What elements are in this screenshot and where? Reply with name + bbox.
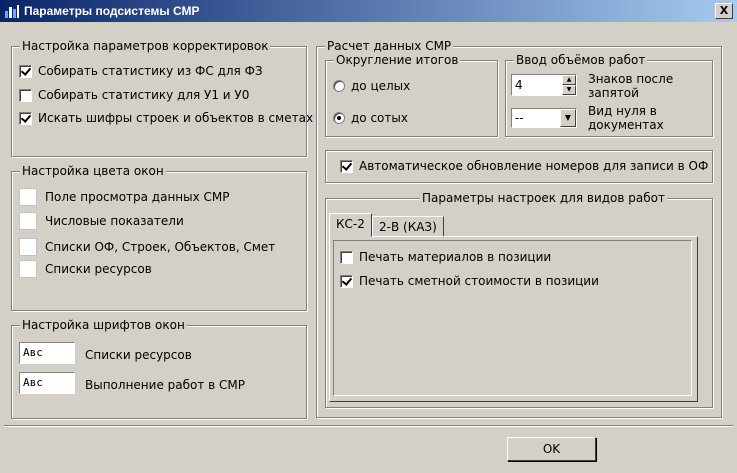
group-colors: Настройка цвета окон Поле просмотра данн…: [11, 164, 307, 311]
color-label: Списки ОФ, Строек, Объектов, Смет: [45, 240, 276, 254]
color-row-resources[interactable]: Списки ресурсов: [19, 260, 152, 278]
checkbox-label: Печать сметной стоимости в позиции: [359, 274, 599, 288]
checkbox-label: Искать шифры строек и объектов в сметах: [38, 111, 314, 125]
group-fonts-legend: Настройка шрифтов окон: [20, 318, 187, 332]
group-colors-legend: Настройка цвета окон: [20, 164, 166, 178]
checkbox-label: Автоматическое обновление номеров для за…: [359, 159, 709, 173]
ok-button[interactable]: OK: [507, 437, 596, 461]
tab-2v-kaz[interactable]: 2-В (КАЗ): [372, 216, 444, 238]
spin-down-icon[interactable]: ▼: [562, 85, 576, 95]
radio-label: до сотых: [351, 111, 408, 125]
close-button[interactable]: X: [715, 3, 733, 19]
check-collect-fs[interactable]: Собирать статистику из ФС для ФЗ: [19, 64, 263, 78]
footer-separator: [4, 425, 733, 427]
spinner-buttons: ▲ ▼: [562, 75, 576, 95]
radio-button[interactable]: [333, 112, 345, 124]
zero-view-combo[interactable]: -- ▼: [511, 108, 577, 128]
radio-round-int[interactable]: до целых: [333, 79, 410, 93]
color-swatch[interactable]: [19, 212, 37, 230]
font-label: Выполнение работ в СМР: [85, 378, 246, 392]
close-icon: X: [719, 4, 729, 17]
checkbox[interactable]: [19, 88, 32, 102]
color-label: Поле просмотра данных СМР: [45, 190, 230, 204]
group-volumes: Ввод объёмов работ 4 ▲ ▼ Знаков после за…: [505, 53, 713, 137]
group-rounding-legend: Округление итогов: [334, 53, 461, 67]
checkbox[interactable]: [340, 274, 353, 288]
group-rounding: Округление итогов до целых до сотых: [325, 53, 498, 137]
checkbox[interactable]: [340, 250, 353, 264]
check-collect-u1[interactable]: Собирать статистику для У1 и У0: [19, 88, 249, 102]
color-label: Числовые показатели: [45, 214, 184, 228]
zero-view-value: --: [515, 111, 524, 125]
window-title: Параметры подсистемы СМР: [24, 4, 200, 18]
tab-inner-panel: Печать материалов в позиции Печать сметн…: [333, 240, 692, 396]
checkbox-label: Собирать статистику для У1 и У0: [38, 88, 250, 102]
group-fonts: Настройка шрифтов окон Авс Списки ресурс…: [11, 318, 307, 419]
checkbox[interactable]: [19, 111, 32, 125]
checkbox-label: Печать материалов в позиции: [359, 250, 552, 264]
font-label: Списки ресурсов: [85, 348, 192, 362]
check-auto-update[interactable]: Автоматическое обновление номеров для за…: [340, 159, 708, 173]
check-print-materials[interactable]: Печать материалов в позиции: [340, 250, 551, 264]
group-corrections: Настройка параметров корректировок Собир…: [11, 39, 313, 157]
decimals-value: 4: [515, 78, 523, 92]
checkbox-label: Собирать статистику из ФС для ФЗ: [38, 64, 263, 78]
check-print-cost[interactable]: Печать сметной стоимости в позиции: [340, 274, 599, 288]
color-swatch[interactable]: [19, 238, 37, 256]
tab-label: КС-2: [336, 217, 365, 231]
color-row-view[interactable]: Поле просмотра данных СМР: [19, 188, 230, 206]
app-icon: [5, 5, 19, 18]
font-sample[interactable]: Авс: [19, 372, 75, 394]
chevron-down-icon[interactable]: ▼: [560, 109, 576, 127]
font-sample[interactable]: Авс: [19, 342, 75, 364]
color-row-lists[interactable]: Списки ОФ, Строек, Объектов, Смет: [19, 238, 275, 256]
font-row-works[interactable]: Авс Выполнение работ в СМР: [19, 372, 245, 394]
color-label: Списки ресурсов: [45, 262, 152, 276]
tab-ks2[interactable]: КС-2: [329, 213, 372, 237]
color-row-numeric[interactable]: Числовые показатели: [19, 212, 184, 230]
font-row-resources[interactable]: Авс Списки ресурсов: [19, 342, 192, 364]
title-bar: Параметры подсистемы СМР X: [0, 0, 737, 22]
tab-panel: Печать материалов в позиции Печать сметн…: [329, 236, 698, 402]
check-search-codes[interactable]: Искать шифры строек и объектов в сметах: [19, 111, 313, 125]
radio-label: до целых: [351, 79, 411, 93]
checkbox[interactable]: [19, 64, 32, 78]
decimals-label: Знаков после запятой: [588, 72, 674, 100]
zero-view-label: Вид нуля в документах: [588, 104, 664, 132]
color-swatch[interactable]: [19, 260, 37, 278]
auto-update-box: Автоматическое обновление номеров для за…: [325, 150, 713, 183]
group-corrections-legend: Настройка параметров корректировок: [20, 39, 271, 53]
decimals-spinner[interactable]: 4 ▲ ▼: [511, 74, 577, 96]
checkbox[interactable]: [340, 159, 353, 173]
spin-up-icon[interactable]: ▲: [562, 75, 576, 85]
radio-button[interactable]: [333, 80, 345, 92]
group-work-params-legend: Параметры настроек для видов работ: [420, 191, 667, 205]
group-volumes-legend: Ввод объёмов работ: [514, 53, 648, 67]
tab-label: 2-В (КАЗ): [379, 220, 437, 234]
group-calc-legend: Расчет данных СМР: [325, 39, 454, 53]
color-swatch[interactable]: [19, 188, 37, 206]
radio-round-cent[interactable]: до сотых: [333, 111, 408, 125]
